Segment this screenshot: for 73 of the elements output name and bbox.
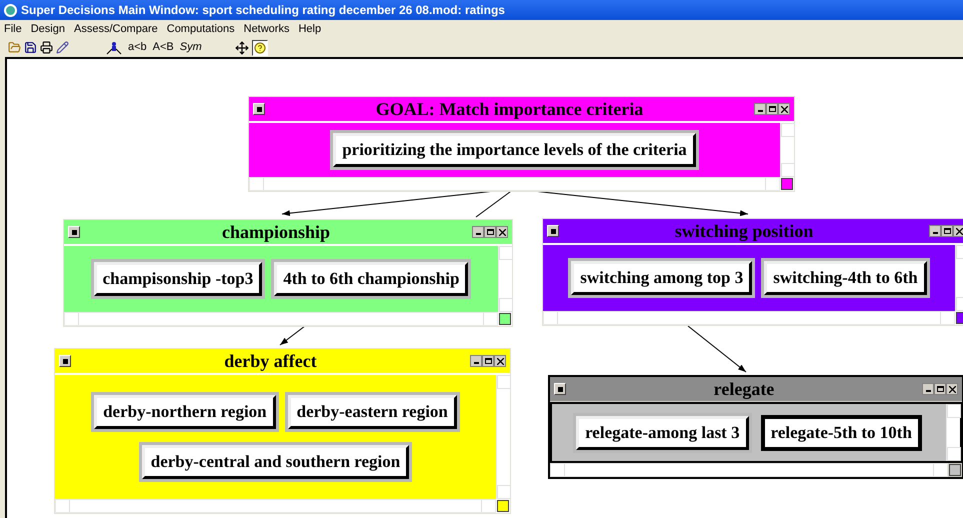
menu-item[interactable]: Assess/Compare xyxy=(74,20,158,38)
node-button[interactable]: derby-northern region xyxy=(94,395,276,429)
system-menu-icon[interactable] xyxy=(59,355,71,367)
toolbar-button[interactable]: Sym xyxy=(180,39,202,56)
maximize-icon[interactable] xyxy=(484,226,496,238)
help-icon xyxy=(254,42,266,54)
minimize-icon[interactable] xyxy=(470,355,482,367)
node-button[interactable]: derby-eastern region xyxy=(288,395,457,429)
open-icon[interactable] xyxy=(8,41,21,54)
menu-item[interactable]: File xyxy=(4,20,22,38)
figure-icon[interactable] xyxy=(106,40,122,54)
color-swatch[interactable] xyxy=(781,178,793,190)
cluster-window[interactable]: switching position switching among top 3 switching-4th to 6th xyxy=(542,218,963,326)
cluster-title: GOAL: Match importance criteria xyxy=(374,100,644,118)
node-button[interactable]: relegate-5th to 10th xyxy=(760,414,922,450)
close-icon[interactable] xyxy=(778,103,790,115)
vertical-scrollbar[interactable] xyxy=(498,246,512,312)
move-icon[interactable] xyxy=(234,40,249,54)
color-swatch[interactable] xyxy=(949,464,961,476)
menu-item[interactable]: Help xyxy=(298,20,322,38)
toolbar-button[interactable]: A<B xyxy=(152,39,174,56)
system-menu-icon[interactable] xyxy=(554,383,566,395)
save-icon[interactable] xyxy=(24,41,37,54)
close-icon[interactable] xyxy=(946,383,958,395)
connector-arrow xyxy=(688,326,746,372)
menu-item[interactable]: Computations xyxy=(166,20,235,38)
cluster-title: relegate xyxy=(712,380,776,398)
horizontal-scrollbar[interactable] xyxy=(55,499,496,513)
menu-item[interactable]: Networks xyxy=(244,20,290,38)
system-menu-icon[interactable] xyxy=(253,103,265,115)
maximize-icon[interactable] xyxy=(934,383,946,395)
menu-item[interactable]: Design xyxy=(30,20,65,38)
vertical-scrollbar[interactable] xyxy=(780,123,794,177)
node-button[interactable]: 4th to 6th championship xyxy=(274,262,468,296)
cluster-title: switching position xyxy=(674,222,814,240)
color-swatch[interactable] xyxy=(499,313,511,325)
minimize-icon[interactable] xyxy=(922,383,934,395)
maximize-icon[interactable] xyxy=(941,225,953,237)
toolbar-button[interactable]: a<b xyxy=(128,39,147,56)
maximize-icon[interactable] xyxy=(766,103,778,115)
node-button[interactable]: prioritizing the importance levels of the criteria xyxy=(333,133,696,167)
vertical-scrollbar[interactable] xyxy=(496,375,510,499)
horizontal-scrollbar[interactable] xyxy=(550,463,948,477)
print-icon[interactable] xyxy=(40,41,53,54)
cluster-window[interactable]: derby affect derby-northern region derby-eastern region derby-central and southern region xyxy=(54,348,511,514)
minimize-icon[interactable] xyxy=(472,226,484,238)
horizontal-scrollbar[interactable] xyxy=(64,312,498,326)
vertical-scrollbar[interactable] xyxy=(946,404,960,461)
connector-arrow xyxy=(280,326,306,346)
cluster-window[interactable]: relegate relegate-among last 3 relegate-5th to 10th xyxy=(548,375,963,479)
app-icon xyxy=(4,4,17,16)
minimize-icon[interactable] xyxy=(754,103,766,115)
cluster-window[interactable]: GOAL: Match importance criteria prioritizing the importance levels of the criteria xyxy=(248,96,795,192)
node-button[interactable]: champisonship -top3 xyxy=(94,262,262,296)
cluster-window[interactable]: championship champisonship -top3 4th to 6th championship xyxy=(63,219,513,327)
node-button[interactable]: switching-4th to 6th xyxy=(764,261,927,295)
system-menu-icon[interactable] xyxy=(547,225,559,237)
node-button[interactable]: derby-central and southern region xyxy=(142,445,410,479)
system-menu-icon[interactable] xyxy=(68,226,80,238)
color-swatch[interactable] xyxy=(497,500,509,512)
help-toggle[interactable] xyxy=(252,40,268,56)
maximize-icon[interactable] xyxy=(482,355,494,367)
window-title: Super Decisions Main Window: sport scheduling rating december 26 08.mod: ratings xyxy=(21,2,505,19)
minimize-icon[interactable] xyxy=(929,225,941,237)
horizontal-scrollbar[interactable] xyxy=(249,177,780,191)
close-icon[interactable] xyxy=(496,226,508,238)
cluster-title: derby affect xyxy=(223,352,318,370)
close-icon[interactable] xyxy=(953,225,963,237)
close-icon[interactable] xyxy=(494,355,506,367)
node-button[interactable]: switching among top 3 xyxy=(571,261,752,295)
horizontal-scrollbar[interactable] xyxy=(543,311,955,325)
pencil-icon[interactable] xyxy=(56,41,69,54)
cluster-title: championship xyxy=(220,223,332,241)
